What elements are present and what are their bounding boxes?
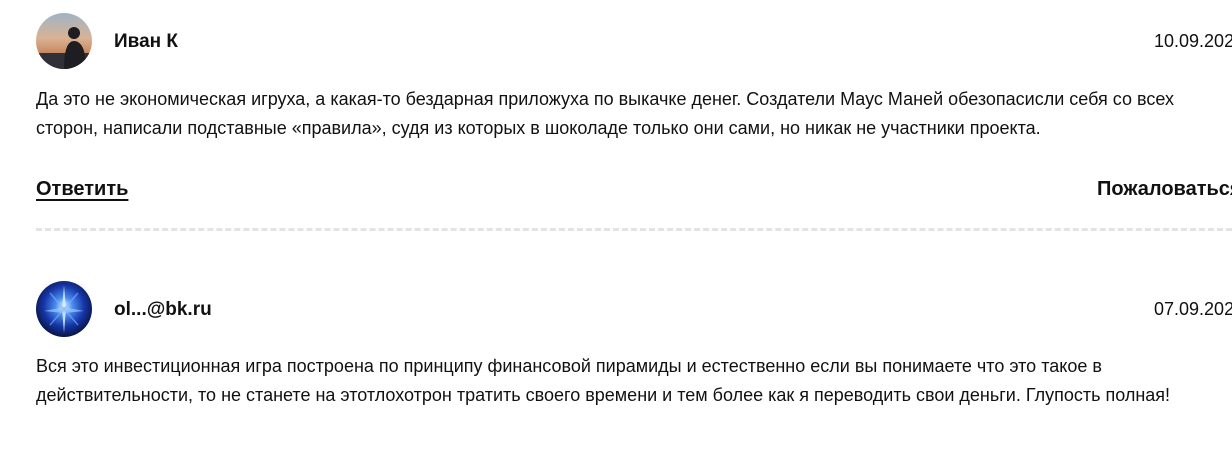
author-name: Иван К — [114, 31, 179, 52]
review-text: Да это не экономическая игруха, а какая-… — [36, 89, 1174, 138]
review-header: ol...@bk.ru 07.09.2023 — [36, 281, 1232, 339]
reply-link[interactable]: Ответить — [36, 178, 128, 201]
review-date: 07.09.2023 — [1154, 299, 1232, 319]
review-actions: Ответить Пожаловаться — [36, 178, 1232, 206]
review-item: Иван К 10.09.2023 Да это не экономическа… — [36, 13, 1232, 200]
review-text: Вся это инвестиционная игра построена по… — [36, 356, 1171, 405]
review-date: 10.09.2023 — [1154, 31, 1232, 51]
review-header: Иван К 10.09.2023 — [36, 13, 1232, 71]
report-link[interactable]: Пожаловаться — [1097, 178, 1232, 201]
divider — [36, 228, 1232, 231]
avatar — [36, 281, 92, 337]
author-name: ol...@bk.ru — [114, 299, 212, 320]
review-item: ol...@bk.ru 07.09.2023 Вся это инвестици… — [36, 281, 1232, 405]
avatar — [36, 13, 92, 69]
